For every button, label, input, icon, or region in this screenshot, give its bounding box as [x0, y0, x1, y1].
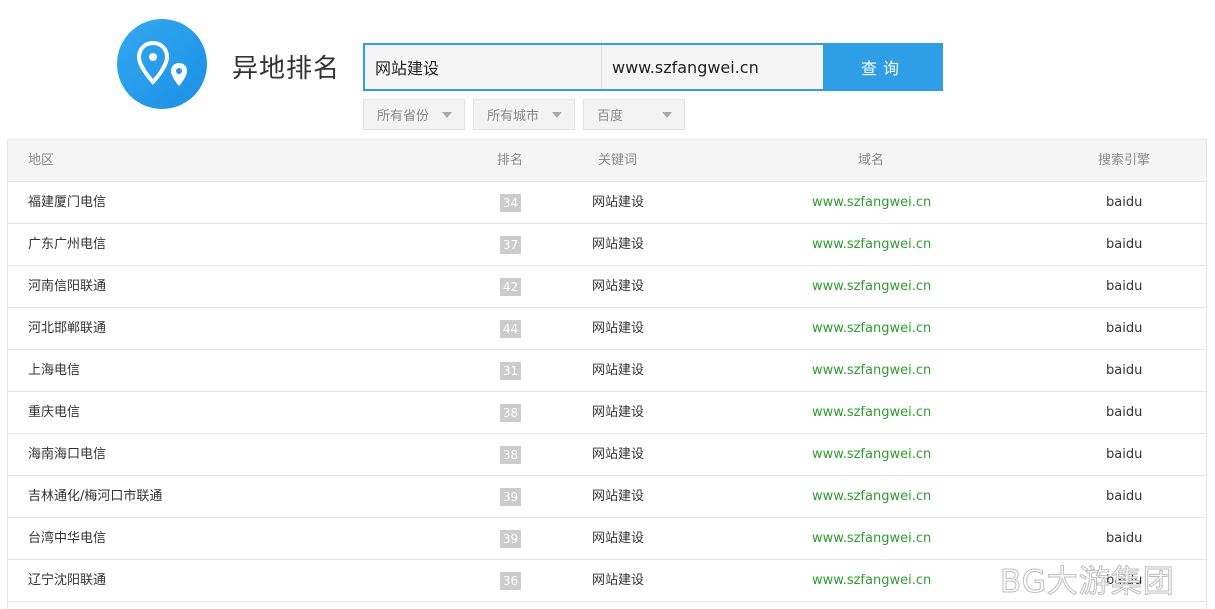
region-cell: 广东广州电信 — [28, 237, 107, 252]
chevron-down-icon — [662, 112, 672, 118]
keyword-cell: 网站建设 — [592, 573, 645, 588]
engine-select[interactable]: 百度 — [583, 99, 685, 130]
rank-badge: 44 — [500, 320, 521, 338]
domain-link[interactable]: www.szfangwei.cn — [812, 476, 931, 517]
header: 异地排名 查询 所有省份 所有城市 百度 — [0, 0, 1215, 140]
page-title: 异地排名 — [232, 54, 341, 84]
domain-link[interactable]: www.szfangwei.cn — [812, 224, 931, 265]
column-header-keyword: 关键词 — [598, 153, 638, 168]
engine-cell: baidu — [1106, 195, 1143, 210]
search-bar: 查询 — [363, 43, 943, 91]
keyword-cell: 网站建设 — [592, 279, 645, 294]
domain-link[interactable]: www.szfangwei.cn — [812, 308, 931, 349]
city-select[interactable]: 所有城市 — [473, 99, 575, 130]
rank-badge: 39 — [500, 530, 521, 548]
region-cell: 重庆电信 — [28, 405, 81, 420]
keyword-cell: 网站建设 — [592, 363, 645, 378]
keyword-cell: 网站建设 — [592, 489, 645, 504]
column-header-region: 地区 — [28, 153, 55, 168]
table-row: 台湾中华电信 39 网站建设 www.szfangwei.cn baidu — [8, 518, 1206, 560]
engine-cell: baidu — [1106, 531, 1143, 546]
watermark: BG大游集团 — [1000, 564, 1175, 601]
rank-badge: 37 — [500, 236, 521, 254]
keyword-cell: 网站建设 — [592, 321, 645, 336]
table-row: 河南信阳联通 42 网站建设 www.szfangwei.cn baidu — [8, 266, 1206, 308]
table-row: 重庆电信 38 网站建设 www.szfangwei.cn baidu — [8, 392, 1206, 434]
table-row: 海南海口电信 38 网站建设 www.szfangwei.cn baidu — [8, 434, 1206, 476]
rank-badge: 39 — [500, 488, 521, 506]
domain-link[interactable]: www.szfangwei.cn — [812, 560, 931, 601]
ranking-table: 地区 排名 关键词 域名 搜索引擎 福建厦门电信 34 网站建设 www.szf… — [7, 139, 1207, 609]
engine-cell: baidu — [1106, 279, 1143, 294]
rank-badge: 36 — [500, 572, 521, 590]
location-pin-logo-icon — [117, 19, 207, 109]
engine-cell: baidu — [1106, 363, 1143, 378]
table-header: 地区 排名 关键词 域名 搜索引擎 — [8, 140, 1206, 182]
keyword-cell: 网站建设 — [592, 195, 645, 210]
column-header-engine: 搜索引擎 — [1098, 153, 1151, 168]
province-select[interactable]: 所有省份 — [363, 99, 465, 130]
region-cell: 河北邯郸联通 — [28, 321, 107, 336]
city-select-label: 所有城市 — [487, 109, 540, 124]
keyword-input[interactable] — [365, 45, 601, 89]
region-cell: 台湾中华电信 — [28, 531, 107, 546]
engine-cell: baidu — [1106, 321, 1143, 336]
engine-select-label: 百度 — [597, 109, 624, 124]
region-cell: 辽宁沈阳联通 — [28, 573, 107, 588]
region-cell: 上海电信 — [28, 363, 81, 378]
chevron-down-icon — [442, 112, 452, 118]
rank-badge: 34 — [500, 194, 521, 212]
rank-badge: 38 — [500, 446, 521, 464]
rank-badge: 31 — [500, 362, 521, 380]
domain-link[interactable]: www.szfangwei.cn — [812, 266, 931, 307]
domain-link[interactable]: www.szfangwei.cn — [812, 392, 931, 433]
domain-link[interactable]: www.szfangwei.cn — [812, 182, 931, 223]
chevron-down-icon — [552, 112, 562, 118]
domain-link[interactable]: www.szfangwei.cn — [812, 434, 931, 475]
column-header-rank: 排名 — [497, 153, 524, 168]
engine-cell: baidu — [1106, 237, 1143, 252]
domain-link[interactable]: www.szfangwei.cn — [812, 350, 931, 391]
table-row: 福建厦门电信 34 网站建设 www.szfangwei.cn baidu — [8, 182, 1206, 224]
region-cell: 福建厦门电信 — [28, 195, 107, 210]
location-pins-icon — [136, 40, 187, 86]
engine-cell: baidu — [1106, 447, 1143, 462]
column-header-domain: 域名 — [858, 153, 885, 168]
keyword-cell: 网站建设 — [592, 531, 645, 546]
rank-badge: 42 — [500, 278, 521, 296]
table-row: 河北邯郸联通 44 网站建设 www.szfangwei.cn baidu — [8, 308, 1206, 350]
table-row: 广东广州电信 37 网站建设 www.szfangwei.cn baidu — [8, 224, 1206, 266]
keyword-cell: 网站建设 — [592, 405, 645, 420]
region-cell: 海南海口电信 — [28, 447, 107, 462]
rank-badge: 38 — [500, 404, 521, 422]
keyword-cell: 网站建设 — [592, 447, 645, 462]
region-cell: 河南信阳联通 — [28, 279, 107, 294]
search-button[interactable]: 查询 — [823, 43, 943, 91]
table-row: 吉林通化/梅河口市联通 39 网站建设 www.szfangwei.cn bai… — [8, 476, 1206, 518]
keyword-cell: 网站建设 — [592, 237, 645, 252]
domain-input[interactable] — [602, 45, 823, 89]
table-row: 上海电信 31 网站建设 www.szfangwei.cn baidu — [8, 350, 1206, 392]
province-select-label: 所有省份 — [377, 109, 430, 124]
region-cell: 吉林通化/梅河口市联通 — [28, 489, 163, 504]
engine-cell: baidu — [1106, 489, 1143, 504]
engine-cell: baidu — [1106, 405, 1143, 420]
domain-link[interactable]: www.szfangwei.cn — [812, 518, 931, 559]
